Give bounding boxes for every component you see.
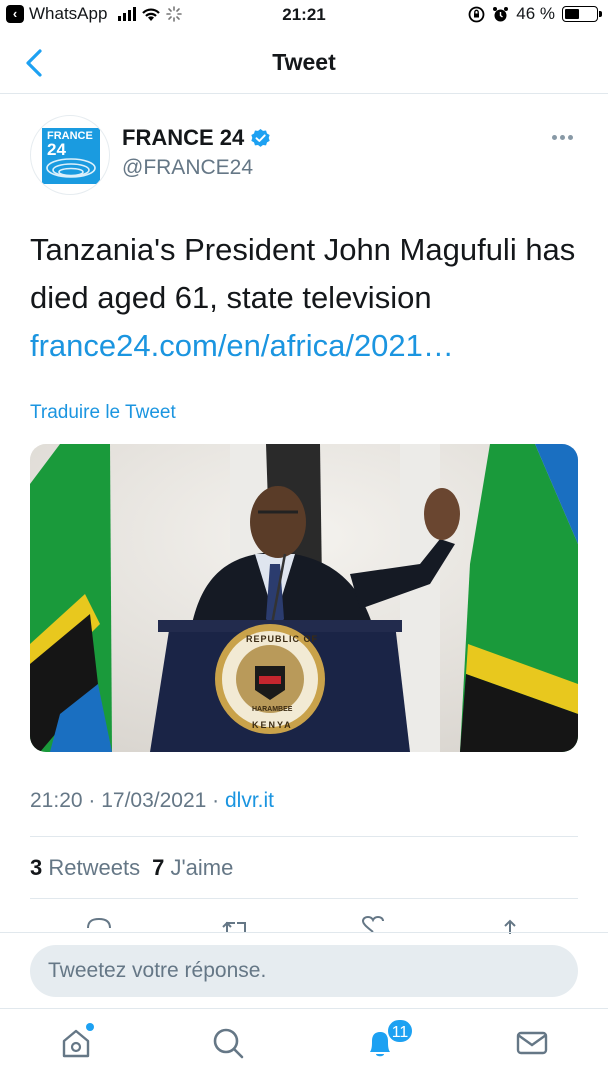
press-conference-photo xyxy=(30,444,578,752)
logo-text-24: 24 xyxy=(47,140,66,159)
home-new-dot xyxy=(86,1023,94,1031)
battery-icon xyxy=(562,6,602,22)
seal-text-bottom: KENYA xyxy=(252,720,293,730)
orientation-lock-icon xyxy=(468,6,485,22)
battery-percent: 46 % xyxy=(516,4,555,23)
reply-bar xyxy=(0,932,608,1008)
share-icon[interactable] xyxy=(495,914,525,934)
divider xyxy=(30,836,578,837)
tweet-timestamp: 21:20 · 17/03/2021 · xyxy=(30,789,225,812)
author-name-text[interactable]: FRANCE 24 xyxy=(122,125,244,151)
seal-text-top: REPUBLIC OF xyxy=(246,634,319,644)
alarm-icon xyxy=(493,6,509,21)
tweet-link[interactable]: france24.com/en/africa/2021… xyxy=(30,322,580,370)
reply-input[interactable] xyxy=(30,945,578,997)
more-options-icon[interactable] xyxy=(552,128,578,146)
messages-mail-icon[interactable] xyxy=(514,1025,550,1061)
france24-logo xyxy=(42,128,100,184)
tab-bar xyxy=(0,1008,608,1080)
tweet-body: Tanzania's President John Magufuli has d… xyxy=(30,232,576,315)
page-title: Tweet xyxy=(272,49,336,75)
author-name[interactable]: FRANCE 24 xyxy=(122,125,271,151)
status-bar: ‹ WhatsApp 21:21 46 % xyxy=(0,0,608,32)
tweet-text: Tanzania's President John Magufuli has d… xyxy=(30,226,580,370)
translate-tweet-link[interactable]: Traduire le Tweet xyxy=(30,402,176,424)
tweet-actions xyxy=(30,914,578,934)
tweet-source-link[interactable]: dlvr.it xyxy=(225,789,274,812)
seal-text-ribbon: HARAMBEE xyxy=(252,706,293,713)
likes-label: J'aime xyxy=(170,855,234,880)
reply-icon[interactable] xyxy=(84,914,114,934)
verified-badge-icon xyxy=(251,128,270,147)
tweet-image[interactable]: REPUBLIC OF HARAMBEE KENYA xyxy=(30,444,578,752)
avatar[interactable]: FRANCE 24 xyxy=(30,115,110,195)
retweets-count: 3 xyxy=(30,855,43,880)
tweet-stats: 3 Retweets 7 J'aime xyxy=(30,855,233,881)
divider xyxy=(30,898,578,899)
retweet-icon[interactable] xyxy=(221,914,251,934)
author-handle[interactable]: @FRANCE24 xyxy=(122,156,253,180)
likes-count: 7 xyxy=(152,855,165,880)
notifications-badge: 11 xyxy=(386,1018,414,1044)
like-icon[interactable] xyxy=(358,914,388,934)
likes-stat[interactable]: 7 J'aime xyxy=(152,855,233,881)
tweet-meta: 21:20 · 17/03/2021 · dlvr.it xyxy=(30,789,274,813)
retweets-label: Retweets xyxy=(48,855,141,880)
nav-bar: Tweet xyxy=(0,32,608,94)
retweets-stat[interactable]: 3 Retweets xyxy=(30,855,140,881)
search-icon[interactable] xyxy=(210,1025,246,1061)
status-right: 46 % xyxy=(468,4,602,24)
